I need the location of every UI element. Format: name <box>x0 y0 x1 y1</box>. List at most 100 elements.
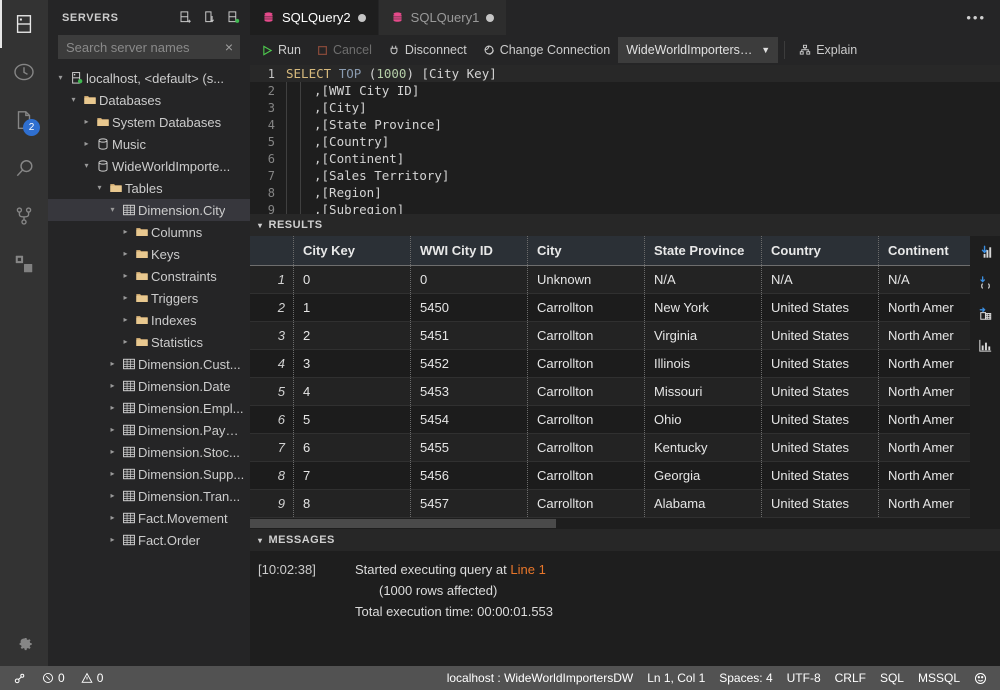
table-cell[interactable]: United States <box>762 322 879 349</box>
status-cursor-position[interactable]: Ln 1, Col 1 <box>640 666 712 690</box>
table-cell[interactable]: United States <box>762 350 879 377</box>
save-as-excel-icon[interactable] <box>975 242 995 262</box>
chevron-down-icon[interactable]: ▾ <box>93 177 106 199</box>
status-errors[interactable]: 0 <box>35 666 72 690</box>
remote-icon[interactable] <box>6 666 33 690</box>
table-row[interactable]: 4 3 5452 Carrollton Illinois United States Nor… <box>250 350 970 378</box>
collapse-caret-icon[interactable]: ▾ <box>258 221 263 230</box>
chevron-down-icon[interactable]: ▾ <box>54 67 67 89</box>
table-cell[interactable]: 7 <box>294 462 411 489</box>
chevron-right-icon[interactable]: ▸ <box>106 485 119 507</box>
table-cell[interactable]: Carrollton <box>528 322 645 349</box>
table-cell[interactable]: 5451 <box>411 322 528 349</box>
chevron-down-icon[interactable]: ▾ <box>67 89 80 111</box>
tree-item[interactable]: ▸ Dimension.Tran... <box>48 485 250 507</box>
database-select[interactable]: WideWorldImportersD... ▼ <box>618 37 779 63</box>
table-cell[interactable]: United States <box>762 294 879 321</box>
table-cell[interactable]: N/A <box>879 266 970 293</box>
save-as-json-icon[interactable] <box>975 273 995 293</box>
tree-item[interactable]: ▸ Dimension.Stoc... <box>48 441 250 463</box>
table-cell[interactable]: Carrollton <box>528 462 645 489</box>
status-connection[interactable]: localhost : WideWorldImportersDW <box>440 666 641 690</box>
tree-item[interactable]: ▸ Indexes <box>48 309 250 331</box>
activitybar-item-servers[interactable] <box>0 0 48 48</box>
tree-item[interactable]: ▾ Dimension.City <box>48 199 250 221</box>
chevron-right-icon[interactable]: ▸ <box>106 507 119 529</box>
table-cell[interactable]: 4 <box>294 378 411 405</box>
chevron-right-icon[interactable]: ▸ <box>119 265 132 287</box>
feedback-smiley-icon[interactable] <box>967 666 994 690</box>
table-cell[interactable]: N/A <box>645 266 762 293</box>
chevron-right-icon[interactable]: ▸ <box>106 441 119 463</box>
table-row[interactable]: 5 4 5453 Carrollton Missouri United States Nor… <box>250 378 970 406</box>
table-cell[interactable]: Carrollton <box>528 434 645 461</box>
results-grid[interactable]: City Key WWI City ID City State Province Cou… <box>250 236 970 518</box>
table-cell[interactable]: Georgia <box>645 462 762 489</box>
tree-item[interactable]: ▸ Music <box>48 133 250 155</box>
table-cell[interactable]: United States <box>762 462 879 489</box>
table-cell[interactable]: Illinois <box>645 350 762 377</box>
table-row[interactable]: 6 5 5454 Carrollton Ohio United States North A… <box>250 406 970 434</box>
tree-item[interactable]: ▸ Dimension.Cust... <box>48 353 250 375</box>
table-cell[interactable]: Carrollton <box>528 406 645 433</box>
activitybar-item-search[interactable] <box>0 144 48 192</box>
results-hscrollbar-thumb[interactable] <box>250 519 556 528</box>
run-button[interactable]: Run <box>254 38 309 62</box>
chevron-right-icon[interactable]: ▸ <box>119 309 132 331</box>
table-cell[interactable]: 5453 <box>411 378 528 405</box>
table-cell[interactable]: Unknown <box>528 266 645 293</box>
activitybar-item-extensions[interactable] <box>0 240 48 288</box>
activitybar-item-open-editors[interactable]: 2 <box>0 96 48 144</box>
tree-item[interactable]: ▸ Triggers <box>48 287 250 309</box>
status-language-mode[interactable]: SQL <box>873 666 911 690</box>
tree-item[interactable]: ▾ Databases <box>48 89 250 111</box>
table-cell[interactable]: Carrollton <box>528 378 645 405</box>
table-cell[interactable]: North Amer <box>879 406 970 433</box>
unsaved-indicator-icon[interactable] <box>486 13 495 22</box>
column-header[interactable]: WWI City ID <box>411 236 528 265</box>
table-cell[interactable]: 8 <box>294 490 411 517</box>
editor-tab[interactable]: SQLQuery2 <box>250 0 379 35</box>
tree-item[interactable]: ▸ Dimension.Paym... <box>48 419 250 441</box>
table-cell[interactable]: 0 <box>411 266 528 293</box>
editor-tab[interactable]: SQLQuery1 <box>378 0 508 35</box>
column-header[interactable]: Country <box>762 236 879 265</box>
sql-code[interactable]: 1 SELECT TOP (1000) [City Key] 2 ,[WWI City… <box>250 65 1000 214</box>
table-cell[interactable]: 0 <box>294 266 411 293</box>
view-as-chart-icon[interactable] <box>975 335 995 355</box>
table-cell[interactable]: United States <box>762 490 879 517</box>
chevron-down-icon[interactable]: ▾ <box>80 155 93 177</box>
server-tree[interactable]: ▾ localhost, <default> (s... ▾ Databases ▸ Sy… <box>48 65 250 666</box>
tree-item[interactable]: ▸ Constraints <box>48 265 250 287</box>
table-cell[interactable]: N/A <box>762 266 879 293</box>
tree-item[interactable]: ▸ Fact.Order <box>48 529 250 551</box>
table-row[interactable]: 7 6 5455 Carrollton Kentucky United States Nor… <box>250 434 970 462</box>
table-cell[interactable]: 5450 <box>411 294 528 321</box>
table-cell[interactable]: North Amer <box>879 434 970 461</box>
column-header[interactable]: State Province <box>645 236 762 265</box>
new-connection-icon[interactable] <box>174 7 196 29</box>
new-server-group-icon[interactable] <box>198 7 220 29</box>
tree-item[interactable]: ▾ WideWorldImporte... <box>48 155 250 177</box>
cancel-button[interactable]: Cancel <box>309 38 380 62</box>
table-cell[interactable]: Virginia <box>645 322 762 349</box>
table-cell[interactable]: Kentucky <box>645 434 762 461</box>
table-cell[interactable]: 5456 <box>411 462 528 489</box>
tree-item[interactable]: ▸ Dimension.Supp... <box>48 463 250 485</box>
table-cell[interactable]: 3 <box>294 350 411 377</box>
tree-item[interactable]: ▸ System Databases <box>48 111 250 133</box>
sql-editor[interactable]: 1 SELECT TOP (1000) [City Key] 2 ,[WWI City… <box>250 65 1000 214</box>
chevron-right-icon[interactable]: ▸ <box>119 221 132 243</box>
table-row[interactable]: 8 7 5456 Carrollton Georgia United States Nort… <box>250 462 970 490</box>
table-cell[interactable]: United States <box>762 378 879 405</box>
chevron-right-icon[interactable]: ▸ <box>106 529 119 551</box>
status-indentation[interactable]: Spaces: 4 <box>712 666 779 690</box>
table-cell[interactable]: United States <box>762 434 879 461</box>
clear-search-icon[interactable]: × <box>222 39 236 55</box>
table-cell[interactable]: 5 <box>294 406 411 433</box>
table-cell[interactable]: North Amer <box>879 322 970 349</box>
tree-item[interactable]: ▸ Statistics <box>48 331 250 353</box>
tree-item[interactable]: ▾ localhost, <default> (s... <box>48 67 250 89</box>
table-cell[interactable]: Carrollton <box>528 294 645 321</box>
save-as-csv-icon[interactable] <box>975 304 995 324</box>
